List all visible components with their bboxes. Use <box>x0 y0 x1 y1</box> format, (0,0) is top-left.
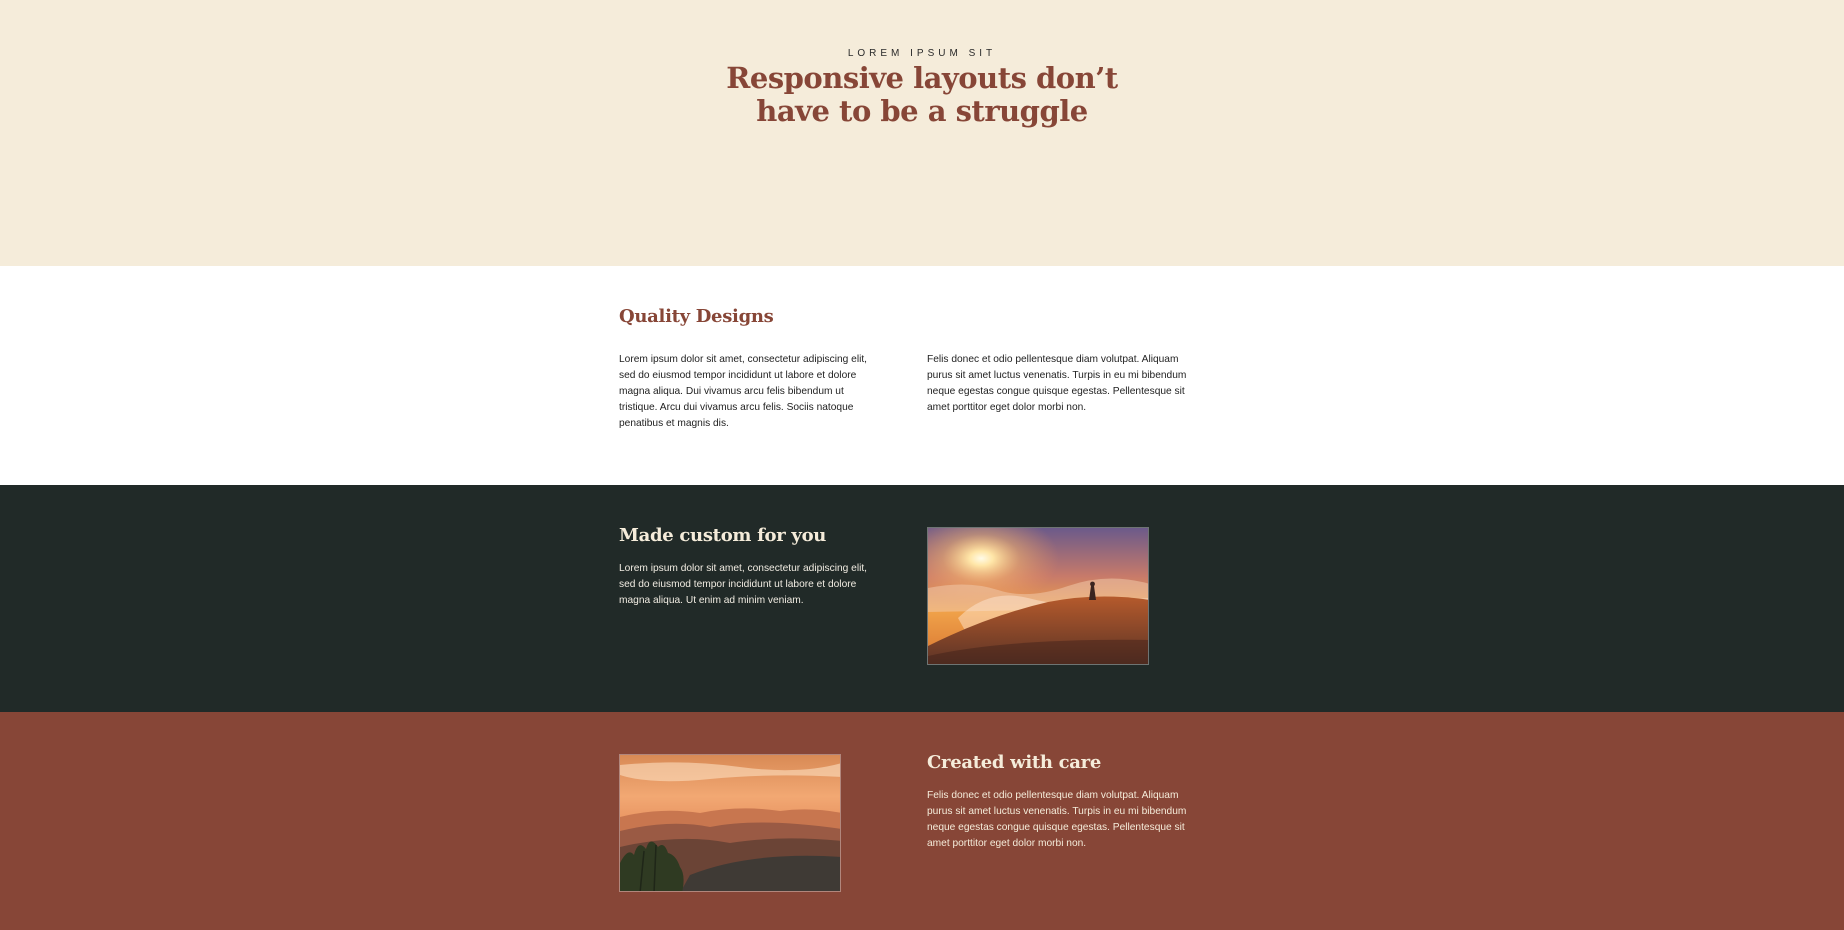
quality-right-paragraph: Felis donec et odio pellentesque diam vo… <box>927 354 1187 413</box>
made-custom-paragraph: Lorem ipsum dolor sit amet, consectetur … <box>619 563 868 606</box>
made-custom-heading: Made custom for you <box>619 525 827 546</box>
hero-title: Responsive layouts don’t have to be a st… <box>622 62 1222 128</box>
created-with-care-section: Created with care Felis donec et odio pe… <box>0 712 1844 930</box>
quality-left-paragraph: Lorem ipsum dolor sit amet, consectetur … <box>619 354 868 429</box>
sunrise-mountain-photo <box>927 527 1149 665</box>
made-custom-section: Made custom for you Lorem ipsum dolor si… <box>0 485 1844 712</box>
quality-designs-heading: Quality Designs <box>619 306 774 327</box>
hero-title-line-2: have to be a struggle <box>756 94 1088 128</box>
sunset-mountains-photo <box>619 754 841 892</box>
hero-title-line-1: Responsive layouts don’t <box>726 61 1118 95</box>
created-with-care-heading: Created with care <box>927 752 1102 773</box>
created-with-care-paragraph: Felis donec et odio pellentesque diam vo… <box>927 790 1187 849</box>
quality-designs-section: Quality Designs Lorem ipsum dolor sit am… <box>0 266 1844 485</box>
hero-eyebrow: LOREM IPSUM SIT <box>847 48 997 59</box>
hero-section: LOREM IPSUM SIT Responsive layouts don’t… <box>0 0 1844 266</box>
